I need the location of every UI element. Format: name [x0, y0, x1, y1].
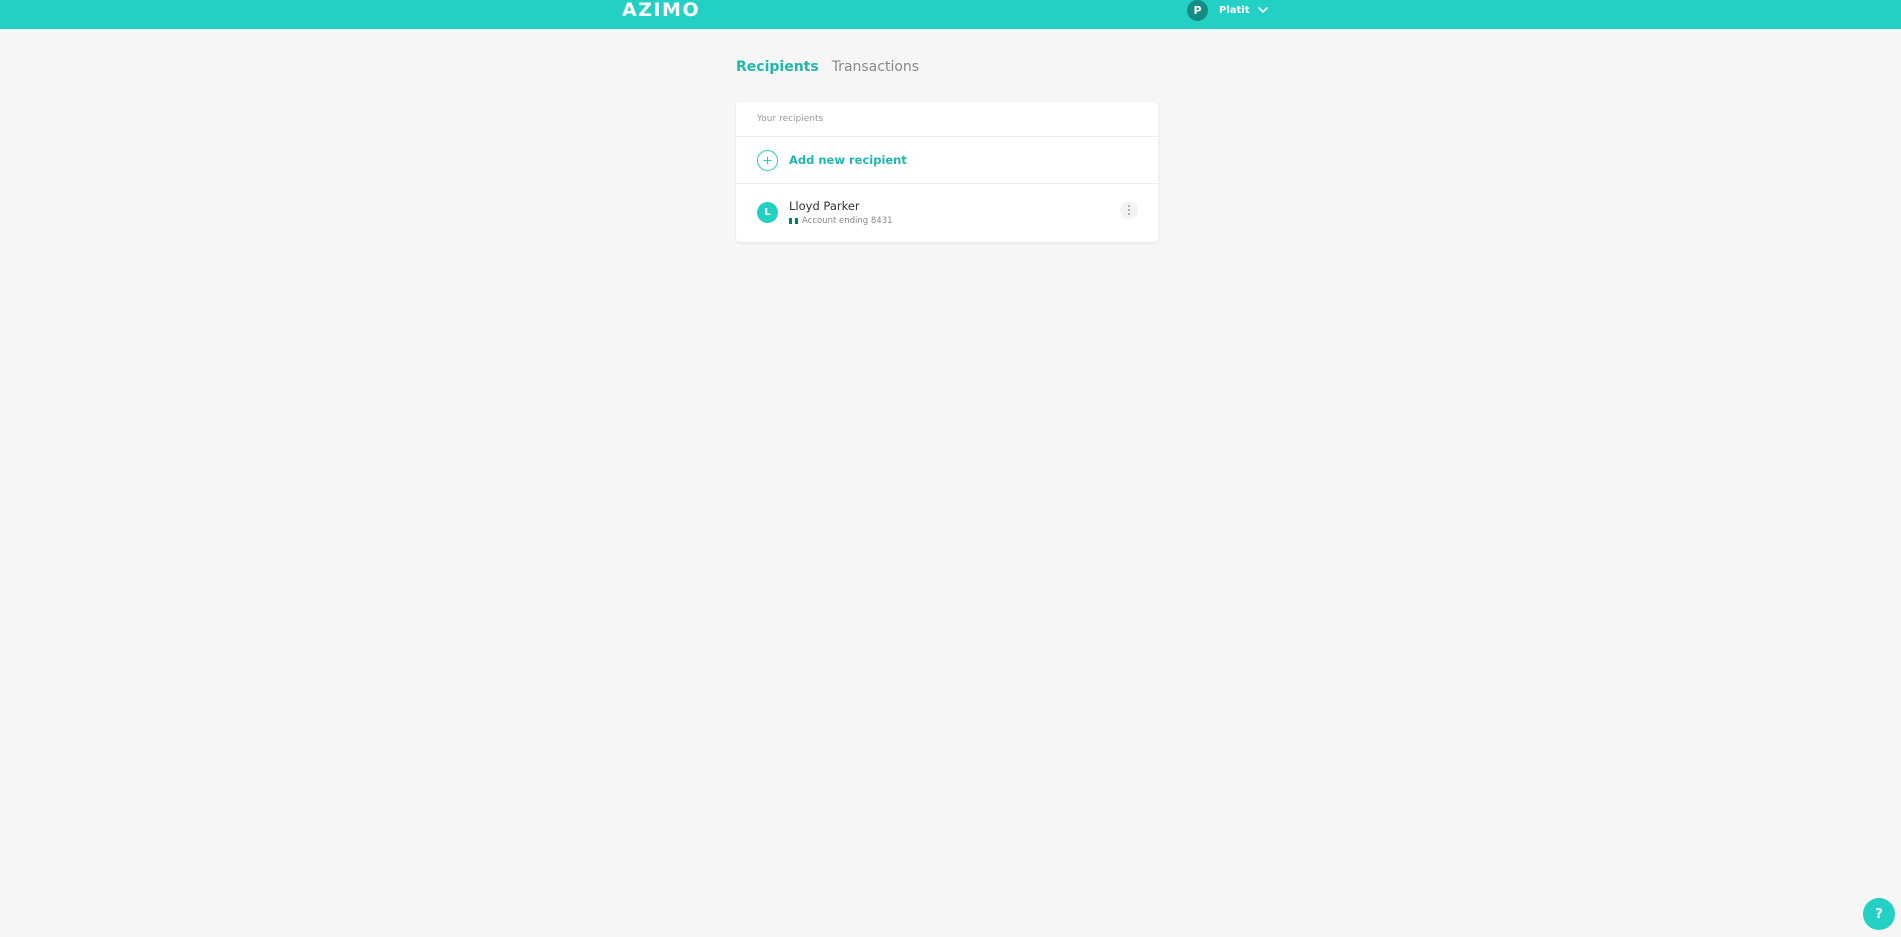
tab-transactions[interactable]: Transactions	[832, 57, 919, 77]
nigeria-flag-icon	[789, 217, 798, 224]
chevron-down-icon[interactable]	[1257, 5, 1269, 17]
user-menu[interactable]: P Platit	[1187, 0, 1269, 21]
more-vertical-icon[interactable]	[1120, 201, 1138, 219]
help-button[interactable]: ?	[1863, 898, 1895, 930]
recipient-name[interactable]: Lloyd Parker	[789, 199, 893, 214]
recipients-card: Your recipients Add new recipient L Lloy…	[736, 102, 1158, 242]
recipients-card-header: Your recipients	[736, 102, 1158, 137]
user-name[interactable]: Platit	[1219, 5, 1250, 16]
azimo-logo[interactable]: AZIMO	[622, 0, 700, 21]
tab-recipients[interactable]: Recipients	[736, 57, 819, 77]
top-navigation-bar: AZIMO P Platit	[0, 0, 1901, 29]
add-new-recipient-label[interactable]: Add new recipient	[789, 153, 907, 167]
user-avatar[interactable]: P	[1187, 0, 1208, 21]
main-tabs: Recipients Transactions	[736, 57, 919, 77]
add-new-recipient-button[interactable]: Add new recipient	[736, 137, 1158, 184]
recipient-row[interactable]: L Lloyd Parker Account ending 8431	[736, 184, 1158, 240]
recipient-account-text: Account ending 8431	[802, 215, 893, 226]
recipient-avatar: L	[757, 201, 778, 223]
recipient-info: Lloyd Parker Account ending 8431	[789, 199, 893, 226]
recipient-account: Account ending 8431	[789, 216, 893, 226]
plus-circle-icon[interactable]	[757, 149, 778, 171]
